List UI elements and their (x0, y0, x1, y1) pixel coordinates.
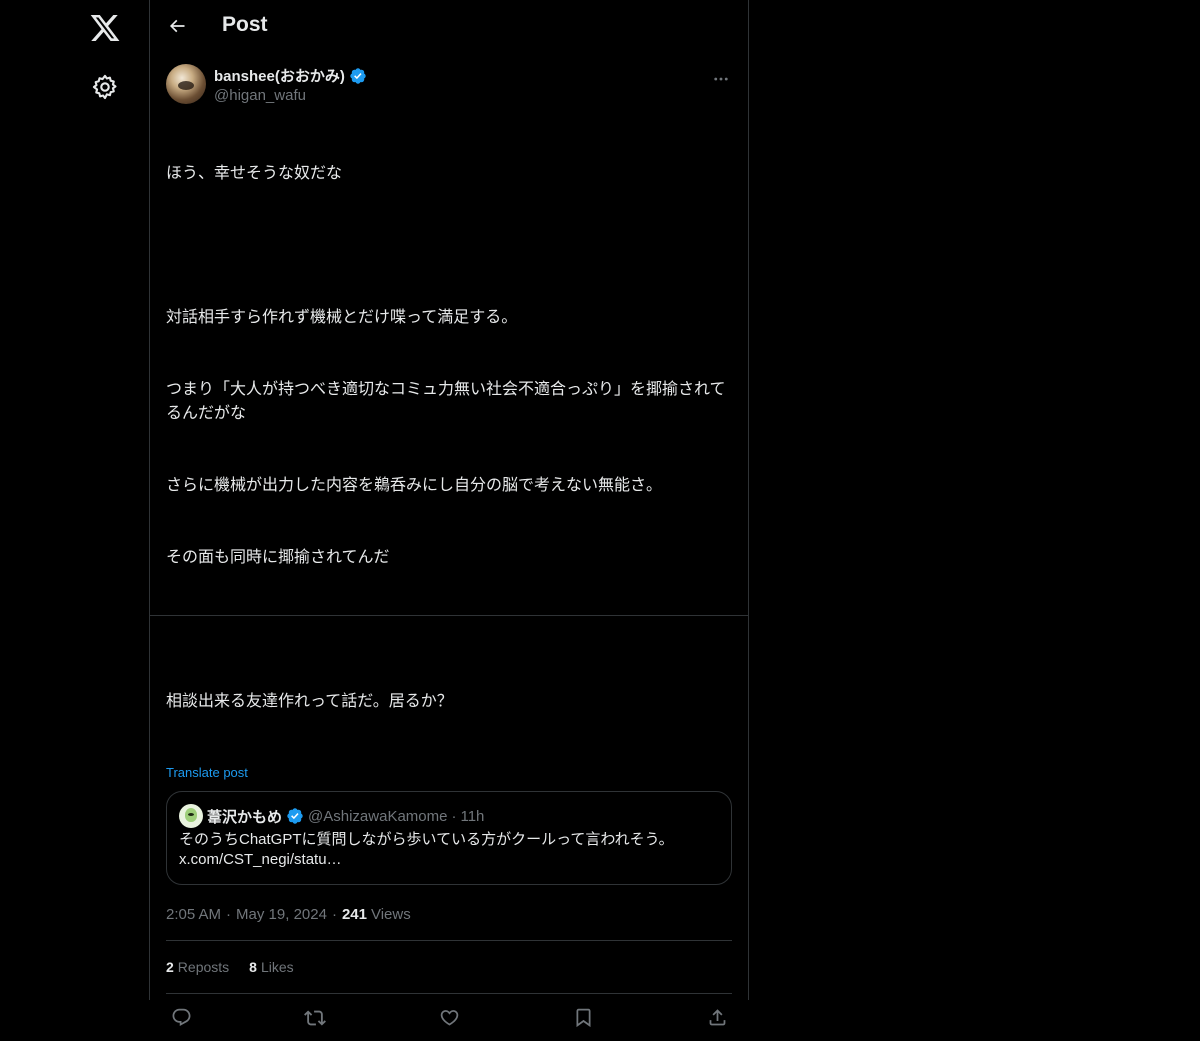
post: banshee(おおかみ) @higan_wafu ほう、幸せそうな奴だな 対話… (150, 54, 748, 1041)
post-text-line: その面も同時に揶揄されてんだ (166, 549, 390, 566)
post-text-line: つまり「大人が持つべき適切なコミュ力無い社会不適合っぷり」を揶揄されてるんだがな (166, 381, 726, 422)
separator-dot: · (331, 905, 337, 923)
quoted-post-text: そのうちChatGPTに質問しながら歩いている方がクールって言われそう。 x.c… (179, 830, 719, 870)
page-title: Post (222, 13, 268, 36)
back-button[interactable] (164, 13, 190, 39)
reposts-stat[interactable]: 2 Reposts (166, 959, 229, 975)
arrow-left-icon (169, 19, 185, 33)
likes-count: 8 (249, 959, 257, 975)
like-button[interactable] (438, 1007, 460, 1029)
avatar[interactable] (166, 64, 206, 104)
separator-dot: · (451, 807, 457, 825)
likes-label: Likes (260, 959, 294, 975)
author-row: banshee(おおかみ) @higan_wafu (166, 54, 732, 114)
name-line: banshee(おおかみ) (214, 65, 367, 86)
post-text-line (166, 234, 732, 258)
post-text-line: 相談出来る友達作れって話だ。居るか？ (166, 693, 453, 710)
x-logo-icon[interactable] (89, 12, 121, 44)
post-date[interactable]: May 19, 2024 (236, 906, 327, 923)
author-name[interactable]: banshee(おおかみ) (214, 65, 345, 86)
share-button[interactable] (706, 1007, 728, 1029)
verified-badge-icon (349, 67, 367, 85)
left-rail (0, 0, 150, 1000)
post-text-line (166, 618, 732, 642)
reposts-count: 2 (166, 959, 174, 975)
post-text-line: さらに機械が出力した内容を鵜呑みにし自分の脳で考えない無能さ。 (166, 477, 663, 494)
divider (150, 615, 749, 616)
post-time[interactable]: 2:05 AM (166, 906, 221, 923)
reposts-label: Reposts (177, 959, 230, 975)
translate-post-link[interactable]: Translate post (166, 765, 248, 780)
author-handle[interactable]: @higan_wafu (214, 87, 306, 104)
quoted-text-line: そのうちChatGPTに質問しながら歩いている方がクールって言われそう。 (179, 831, 674, 848)
quoted-link: x.com/CST_negi/statu… (179, 851, 342, 868)
quoted-avatar (179, 804, 203, 828)
post-text-line: 対話相手すら作れず機械とだけ喋って満足する。 (166, 309, 518, 326)
bookmark-button[interactable] (572, 1007, 594, 1029)
quoted-post-header: 葦沢かもめ @AshizawaKamome · 11h (179, 804, 719, 828)
bookmark-icon (576, 1008, 590, 1028)
separator-dot: · (226, 905, 232, 923)
share-icon (709, 1009, 725, 1026)
quoted-timestamp: 11h (460, 807, 485, 825)
header: Post (150, 0, 748, 54)
gear-icon[interactable] (91, 73, 119, 101)
post-text-line: ほう、幸せそうな奴だな (166, 165, 343, 182)
engagement-stats: 2 Reposts 8 Likes (166, 941, 732, 993)
repost-button[interactable] (304, 1007, 326, 1029)
views-label: Views (370, 905, 411, 923)
post-text: ほう、幸せそうな奴だな 対話相手すら作れず機械とだけ喋って満足する。 つまり「大… (166, 114, 732, 762)
action-bar (166, 994, 732, 1041)
quoted-post[interactable]: 葦沢かもめ @AshizawaKamome · 11h そのうちChatGPTに… (166, 791, 732, 885)
quoted-author-name: 葦沢かもめ (207, 808, 283, 826)
reply-icon (172, 1008, 190, 1026)
heart-icon (440, 1010, 458, 1026)
more-horizontal-icon (714, 77, 728, 81)
views-count: 241 (341, 905, 367, 923)
post-detail-column: Post banshee(おおかみ) @higan_wafu ほう、幸せそうな奴… (150, 0, 749, 1028)
more-button[interactable] (710, 68, 732, 90)
post-meta: 2:05 AM · May 19, 2024 · 241 Views (166, 904, 732, 924)
quoted-author-handle: @AshizawaKamome (308, 807, 448, 825)
reply-button[interactable] (170, 1007, 192, 1029)
verified-badge-icon (286, 807, 304, 825)
likes-stat[interactable]: 8 Likes (249, 959, 293, 975)
repost-icon (304, 1010, 326, 1025)
